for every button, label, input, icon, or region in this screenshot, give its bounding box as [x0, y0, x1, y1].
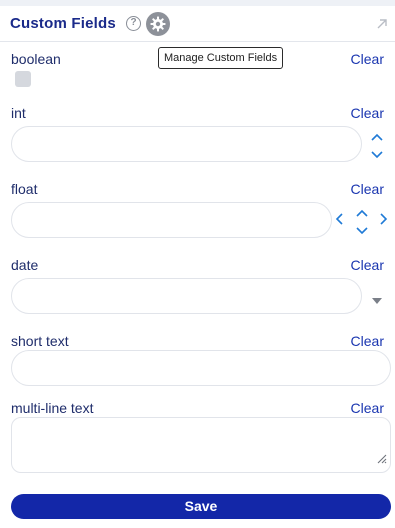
float-increment-icon[interactable]: [355, 205, 369, 223]
clear-multi-line-text-button[interactable]: Clear: [351, 400, 384, 416]
expand-icon[interactable]: [376, 17, 388, 35]
boolean-checkbox[interactable]: [15, 71, 31, 87]
save-button[interactable]: Save: [11, 494, 391, 519]
float-right-icon[interactable]: [378, 212, 388, 231]
int-input-box[interactable]: [12, 127, 361, 161]
float-input[interactable]: [11, 202, 332, 238]
field-label-int: int: [11, 105, 26, 121]
manage-custom-fields-tooltip: Manage Custom Fields: [158, 47, 284, 69]
clear-boolean-button[interactable]: Clear: [351, 51, 384, 67]
short-text-input[interactable]: [11, 350, 391, 386]
field-label-date: date: [11, 257, 39, 273]
short-text-input-box[interactable]: [12, 351, 390, 385]
field-label-boolean: boolean: [11, 51, 61, 67]
float-decrement-icon[interactable]: [355, 223, 369, 241]
clear-short-text-button[interactable]: Clear: [351, 333, 384, 349]
help-icon[interactable]: ?: [126, 16, 141, 31]
int-decrement-icon[interactable]: [370, 147, 384, 165]
int-increment-icon[interactable]: [370, 129, 384, 147]
field-label-short-text: short text: [11, 333, 69, 349]
int-input[interactable]: [11, 126, 362, 162]
panel-title: Custom Fields: [10, 15, 116, 32]
gear-icon[interactable]: [146, 12, 170, 36]
date-dropdown-icon[interactable]: [371, 292, 383, 310]
field-label-multi-line-text: multi-line text: [11, 400, 94, 416]
clear-int-button[interactable]: Clear: [351, 105, 384, 121]
multi-line-textarea[interactable]: [12, 418, 390, 472]
float-input-box[interactable]: [12, 203, 331, 237]
date-input-box[interactable]: [12, 279, 361, 313]
date-input[interactable]: [11, 278, 362, 314]
header-divider: [0, 41, 395, 42]
field-label-float: float: [11, 181, 38, 197]
clear-float-button[interactable]: Clear: [351, 181, 384, 197]
clear-date-button[interactable]: Clear: [351, 257, 384, 273]
panel-header: Custom Fields ?: [0, 6, 395, 42]
resize-handle-icon[interactable]: [375, 451, 387, 469]
float-left-icon[interactable]: [335, 212, 345, 231]
multi-line-text-input[interactable]: [11, 417, 391, 473]
